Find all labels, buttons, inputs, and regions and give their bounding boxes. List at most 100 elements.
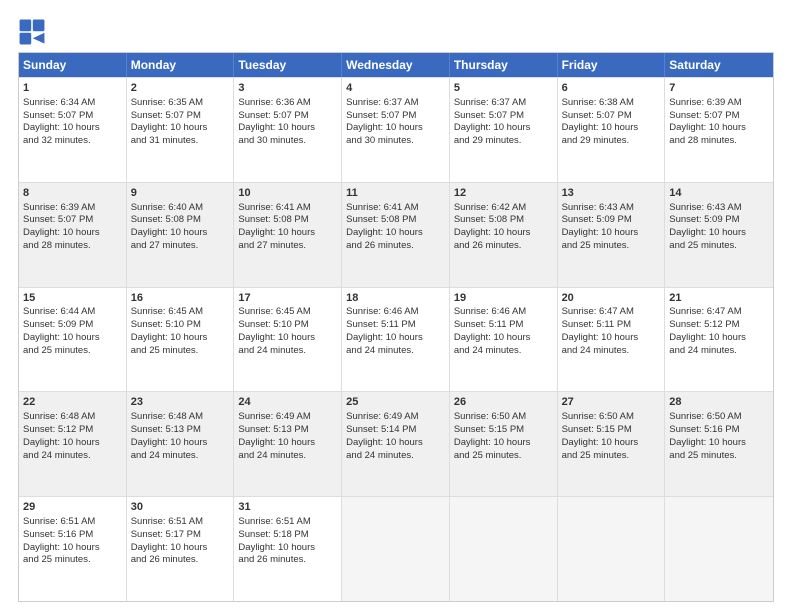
day-info-line: Sunset: 5:08 PM <box>454 214 553 227</box>
calendar-cell: 17Sunrise: 6:45 AMSunset: 5:10 PMDayligh… <box>234 288 342 392</box>
day-number: 9 <box>131 186 230 201</box>
day-info-line: Daylight: 10 hours <box>23 227 122 240</box>
calendar-cell: 8Sunrise: 6:39 AMSunset: 5:07 PMDaylight… <box>19 183 127 287</box>
day-info-line: Daylight: 10 hours <box>346 437 445 450</box>
calendar-cell: 6Sunrise: 6:38 AMSunset: 5:07 PMDaylight… <box>558 78 666 182</box>
day-info-line: Sunrise: 6:36 AM <box>238 97 337 110</box>
calendar-cell: 12Sunrise: 6:42 AMSunset: 5:08 PMDayligh… <box>450 183 558 287</box>
day-info-line: Daylight: 10 hours <box>454 332 553 345</box>
day-info-line: and 27 minutes. <box>131 240 230 253</box>
day-number: 29 <box>23 500 122 515</box>
day-info-line: Sunrise: 6:37 AM <box>346 97 445 110</box>
day-info-line: and 26 minutes. <box>454 240 553 253</box>
day-number: 1 <box>23 81 122 96</box>
day-info-line: Sunrise: 6:42 AM <box>454 202 553 215</box>
day-info-line: and 25 minutes. <box>669 450 769 463</box>
day-info-line: Sunrise: 6:49 AM <box>238 411 337 424</box>
day-info-line: and 28 minutes. <box>23 240 122 253</box>
day-info-line: Daylight: 10 hours <box>669 332 769 345</box>
day-number: 3 <box>238 81 337 96</box>
day-number: 17 <box>238 291 337 306</box>
calendar-cell: 22Sunrise: 6:48 AMSunset: 5:12 PMDayligh… <box>19 392 127 496</box>
header-day-wednesday: Wednesday <box>342 53 450 77</box>
day-info-line: Sunset: 5:08 PM <box>346 214 445 227</box>
day-info-line: Daylight: 10 hours <box>669 122 769 135</box>
day-number: 24 <box>238 395 337 410</box>
day-info-line: Daylight: 10 hours <box>131 332 230 345</box>
day-info-line: Daylight: 10 hours <box>23 332 122 345</box>
day-info-line: and 30 minutes. <box>238 135 337 148</box>
calendar-cell: 1Sunrise: 6:34 AMSunset: 5:07 PMDaylight… <box>19 78 127 182</box>
day-info-line: Sunset: 5:11 PM <box>562 319 661 332</box>
day-info-line: Sunset: 5:07 PM <box>346 110 445 123</box>
calendar-row: 1Sunrise: 6:34 AMSunset: 5:07 PMDaylight… <box>19 77 773 182</box>
day-info-line: and 24 minutes. <box>346 450 445 463</box>
calendar-cell: 15Sunrise: 6:44 AMSunset: 5:09 PMDayligh… <box>19 288 127 392</box>
day-info-line: Daylight: 10 hours <box>131 437 230 450</box>
day-info-line: Daylight: 10 hours <box>131 122 230 135</box>
day-info-line: Sunrise: 6:46 AM <box>346 306 445 319</box>
day-number: 20 <box>562 291 661 306</box>
calendar-cell: 20Sunrise: 6:47 AMSunset: 5:11 PMDayligh… <box>558 288 666 392</box>
logo <box>18 18 50 46</box>
day-info-line: Daylight: 10 hours <box>669 437 769 450</box>
day-info-line: and 32 minutes. <box>23 135 122 148</box>
day-info-line: Sunset: 5:09 PM <box>669 214 769 227</box>
day-info-line: Sunset: 5:12 PM <box>23 424 122 437</box>
day-info-line: Sunset: 5:15 PM <box>454 424 553 437</box>
day-info-line: Sunset: 5:07 PM <box>454 110 553 123</box>
day-info-line: Sunrise: 6:43 AM <box>562 202 661 215</box>
day-info-line: and 26 minutes. <box>238 554 337 567</box>
day-info-line: Sunset: 5:09 PM <box>562 214 661 227</box>
day-info-line: Sunset: 5:07 PM <box>562 110 661 123</box>
day-info-line: Daylight: 10 hours <box>23 437 122 450</box>
day-info-line: Sunset: 5:07 PM <box>23 214 122 227</box>
day-info-line: Sunset: 5:09 PM <box>23 319 122 332</box>
day-info-line: Daylight: 10 hours <box>238 542 337 555</box>
day-info-line: Sunrise: 6:50 AM <box>562 411 661 424</box>
day-info-line: Daylight: 10 hours <box>238 227 337 240</box>
calendar-cell: 31Sunrise: 6:51 AMSunset: 5:18 PMDayligh… <box>234 497 342 601</box>
day-info-line: Sunset: 5:11 PM <box>454 319 553 332</box>
day-info-line: Sunset: 5:16 PM <box>23 529 122 542</box>
calendar-cell: 3Sunrise: 6:36 AMSunset: 5:07 PMDaylight… <box>234 78 342 182</box>
day-info-line: Sunrise: 6:45 AM <box>238 306 337 319</box>
calendar-cell: 13Sunrise: 6:43 AMSunset: 5:09 PMDayligh… <box>558 183 666 287</box>
calendar-cell: 27Sunrise: 6:50 AMSunset: 5:15 PMDayligh… <box>558 392 666 496</box>
calendar-cell: 26Sunrise: 6:50 AMSunset: 5:15 PMDayligh… <box>450 392 558 496</box>
calendar-cell: 14Sunrise: 6:43 AMSunset: 5:09 PMDayligh… <box>665 183 773 287</box>
day-info-line: Sunset: 5:08 PM <box>238 214 337 227</box>
day-number: 7 <box>669 81 769 96</box>
day-info-line: Sunrise: 6:46 AM <box>454 306 553 319</box>
calendar-cell: 11Sunrise: 6:41 AMSunset: 5:08 PMDayligh… <box>342 183 450 287</box>
day-info-line: and 24 minutes. <box>238 345 337 358</box>
calendar-cell: 16Sunrise: 6:45 AMSunset: 5:10 PMDayligh… <box>127 288 235 392</box>
day-info-line: and 25 minutes. <box>562 450 661 463</box>
day-info-line: Sunset: 5:13 PM <box>131 424 230 437</box>
day-info-line: Daylight: 10 hours <box>454 122 553 135</box>
day-info-line: Daylight: 10 hours <box>562 437 661 450</box>
day-info-line: Daylight: 10 hours <box>562 122 661 135</box>
day-number: 16 <box>131 291 230 306</box>
day-number: 4 <box>346 81 445 96</box>
day-info-line: and 24 minutes. <box>562 345 661 358</box>
calendar-cell: 24Sunrise: 6:49 AMSunset: 5:13 PMDayligh… <box>234 392 342 496</box>
day-info-line: and 24 minutes. <box>238 450 337 463</box>
day-number: 6 <box>562 81 661 96</box>
day-info-line: Sunset: 5:15 PM <box>562 424 661 437</box>
calendar-row: 29Sunrise: 6:51 AMSunset: 5:16 PMDayligh… <box>19 496 773 601</box>
day-number: 14 <box>669 186 769 201</box>
day-info-line: Daylight: 10 hours <box>23 542 122 555</box>
day-info-line: Sunset: 5:11 PM <box>346 319 445 332</box>
day-info-line: Sunset: 5:08 PM <box>131 214 230 227</box>
day-info-line: Sunset: 5:10 PM <box>131 319 230 332</box>
day-info-line: Sunrise: 6:39 AM <box>669 97 769 110</box>
day-info-line: and 24 minutes. <box>454 345 553 358</box>
calendar-cell: 7Sunrise: 6:39 AMSunset: 5:07 PMDaylight… <box>665 78 773 182</box>
day-info-line: and 31 minutes. <box>131 135 230 148</box>
day-info-line: Sunrise: 6:47 AM <box>562 306 661 319</box>
day-info-line: Sunset: 5:17 PM <box>131 529 230 542</box>
day-number: 21 <box>669 291 769 306</box>
calendar-cell <box>558 497 666 601</box>
day-info-line: and 26 minutes. <box>131 554 230 567</box>
